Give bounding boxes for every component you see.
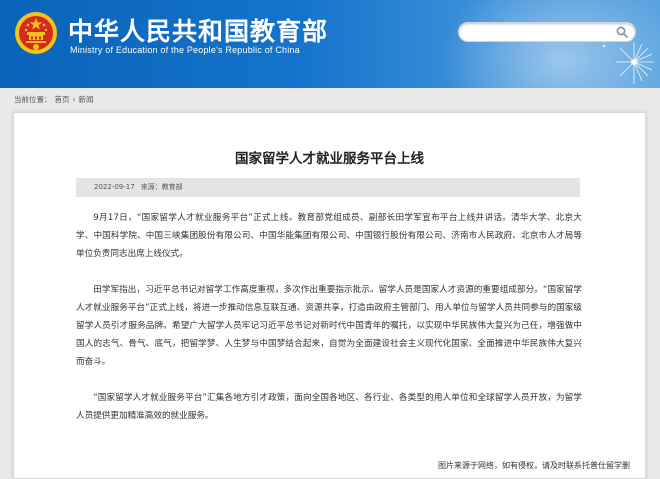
article-card: 国家留学人才就业服务平台上线 2022-09-17 来源：教育部 9月17日，“国… xyxy=(13,112,646,479)
image-source-note: 图片来源于网络，如有侵权，请及时联系托普仕留学删 xyxy=(438,461,630,470)
article-title: 国家留学人才就业服务平台上线 xyxy=(235,151,424,167)
article-body: 9月17日，“国家留学人才就业服务平台”正式上线。教育部党组成员、副部长田学军宣… xyxy=(76,209,582,443)
article-date: 2022-09-17 xyxy=(94,183,135,191)
dandelion-decoration xyxy=(602,39,654,84)
article-source: 教育部 xyxy=(161,183,183,191)
article-meta-bar: 2022-09-17 来源：教育部 xyxy=(76,178,580,197)
article-source-label: 来源： xyxy=(140,183,162,191)
national-emblem-icon[interactable] xyxy=(14,11,58,55)
breadcrumb-label: 当前位置： xyxy=(14,95,52,104)
site-header: 中华人民共和国教育部 Ministry of Education of the … xyxy=(0,0,660,88)
article-paragraph: “国家留学人才就业服务平台”汇集各地方引才政策，面向全国各地区、各行业、各类型的… xyxy=(76,393,582,421)
article-paragraph: 9月17日，“国家留学人才就业服务平台”正式上线。教育部党组成员、副部长田学军宣… xyxy=(76,213,582,259)
breadcrumb-separator: › xyxy=(72,95,76,104)
breadcrumb: 当前位置： 首页 › 新闻 xyxy=(14,94,97,105)
breadcrumb-item-news[interactable]: 新闻 xyxy=(79,95,94,104)
breadcrumb-item-home[interactable]: 首页 xyxy=(55,95,70,104)
site-title[interactable]: 中华人民共和国教育部 xyxy=(68,12,328,48)
article-paragraph: 田学军指出，习近平总书记对留学工作高度重视，多次作出重要指示批示。留学人员是国家… xyxy=(76,285,582,367)
site-subtitle: Ministry of Education of the People's Re… xyxy=(70,45,300,55)
